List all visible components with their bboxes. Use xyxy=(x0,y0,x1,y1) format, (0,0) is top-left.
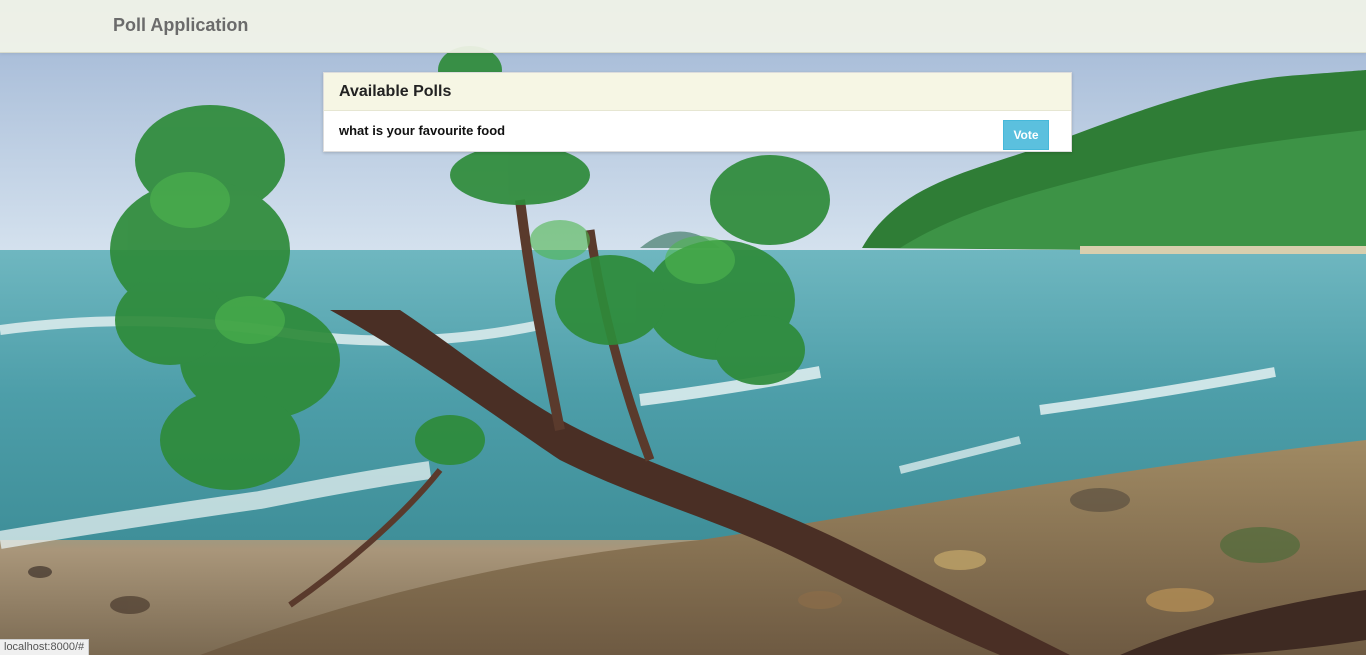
vote-button[interactable]: Vote xyxy=(1003,120,1049,150)
status-bar-url: localhost:8000/# xyxy=(0,639,90,655)
poll-list-item: what is your favourite food Vote xyxy=(324,111,1071,151)
panel-title: Available Polls xyxy=(339,83,452,100)
poll-question: what is your favourite food xyxy=(339,123,506,138)
navbar: Poll Application xyxy=(0,0,1366,53)
beach xyxy=(1080,246,1366,254)
polls-panel: Available Polls what is your favourite f… xyxy=(323,72,1072,152)
brand-link[interactable]: Poll Application xyxy=(113,15,248,36)
page: Poll Application Available Polls what is… xyxy=(0,0,1366,655)
panel-heading: Available Polls xyxy=(324,73,1071,111)
